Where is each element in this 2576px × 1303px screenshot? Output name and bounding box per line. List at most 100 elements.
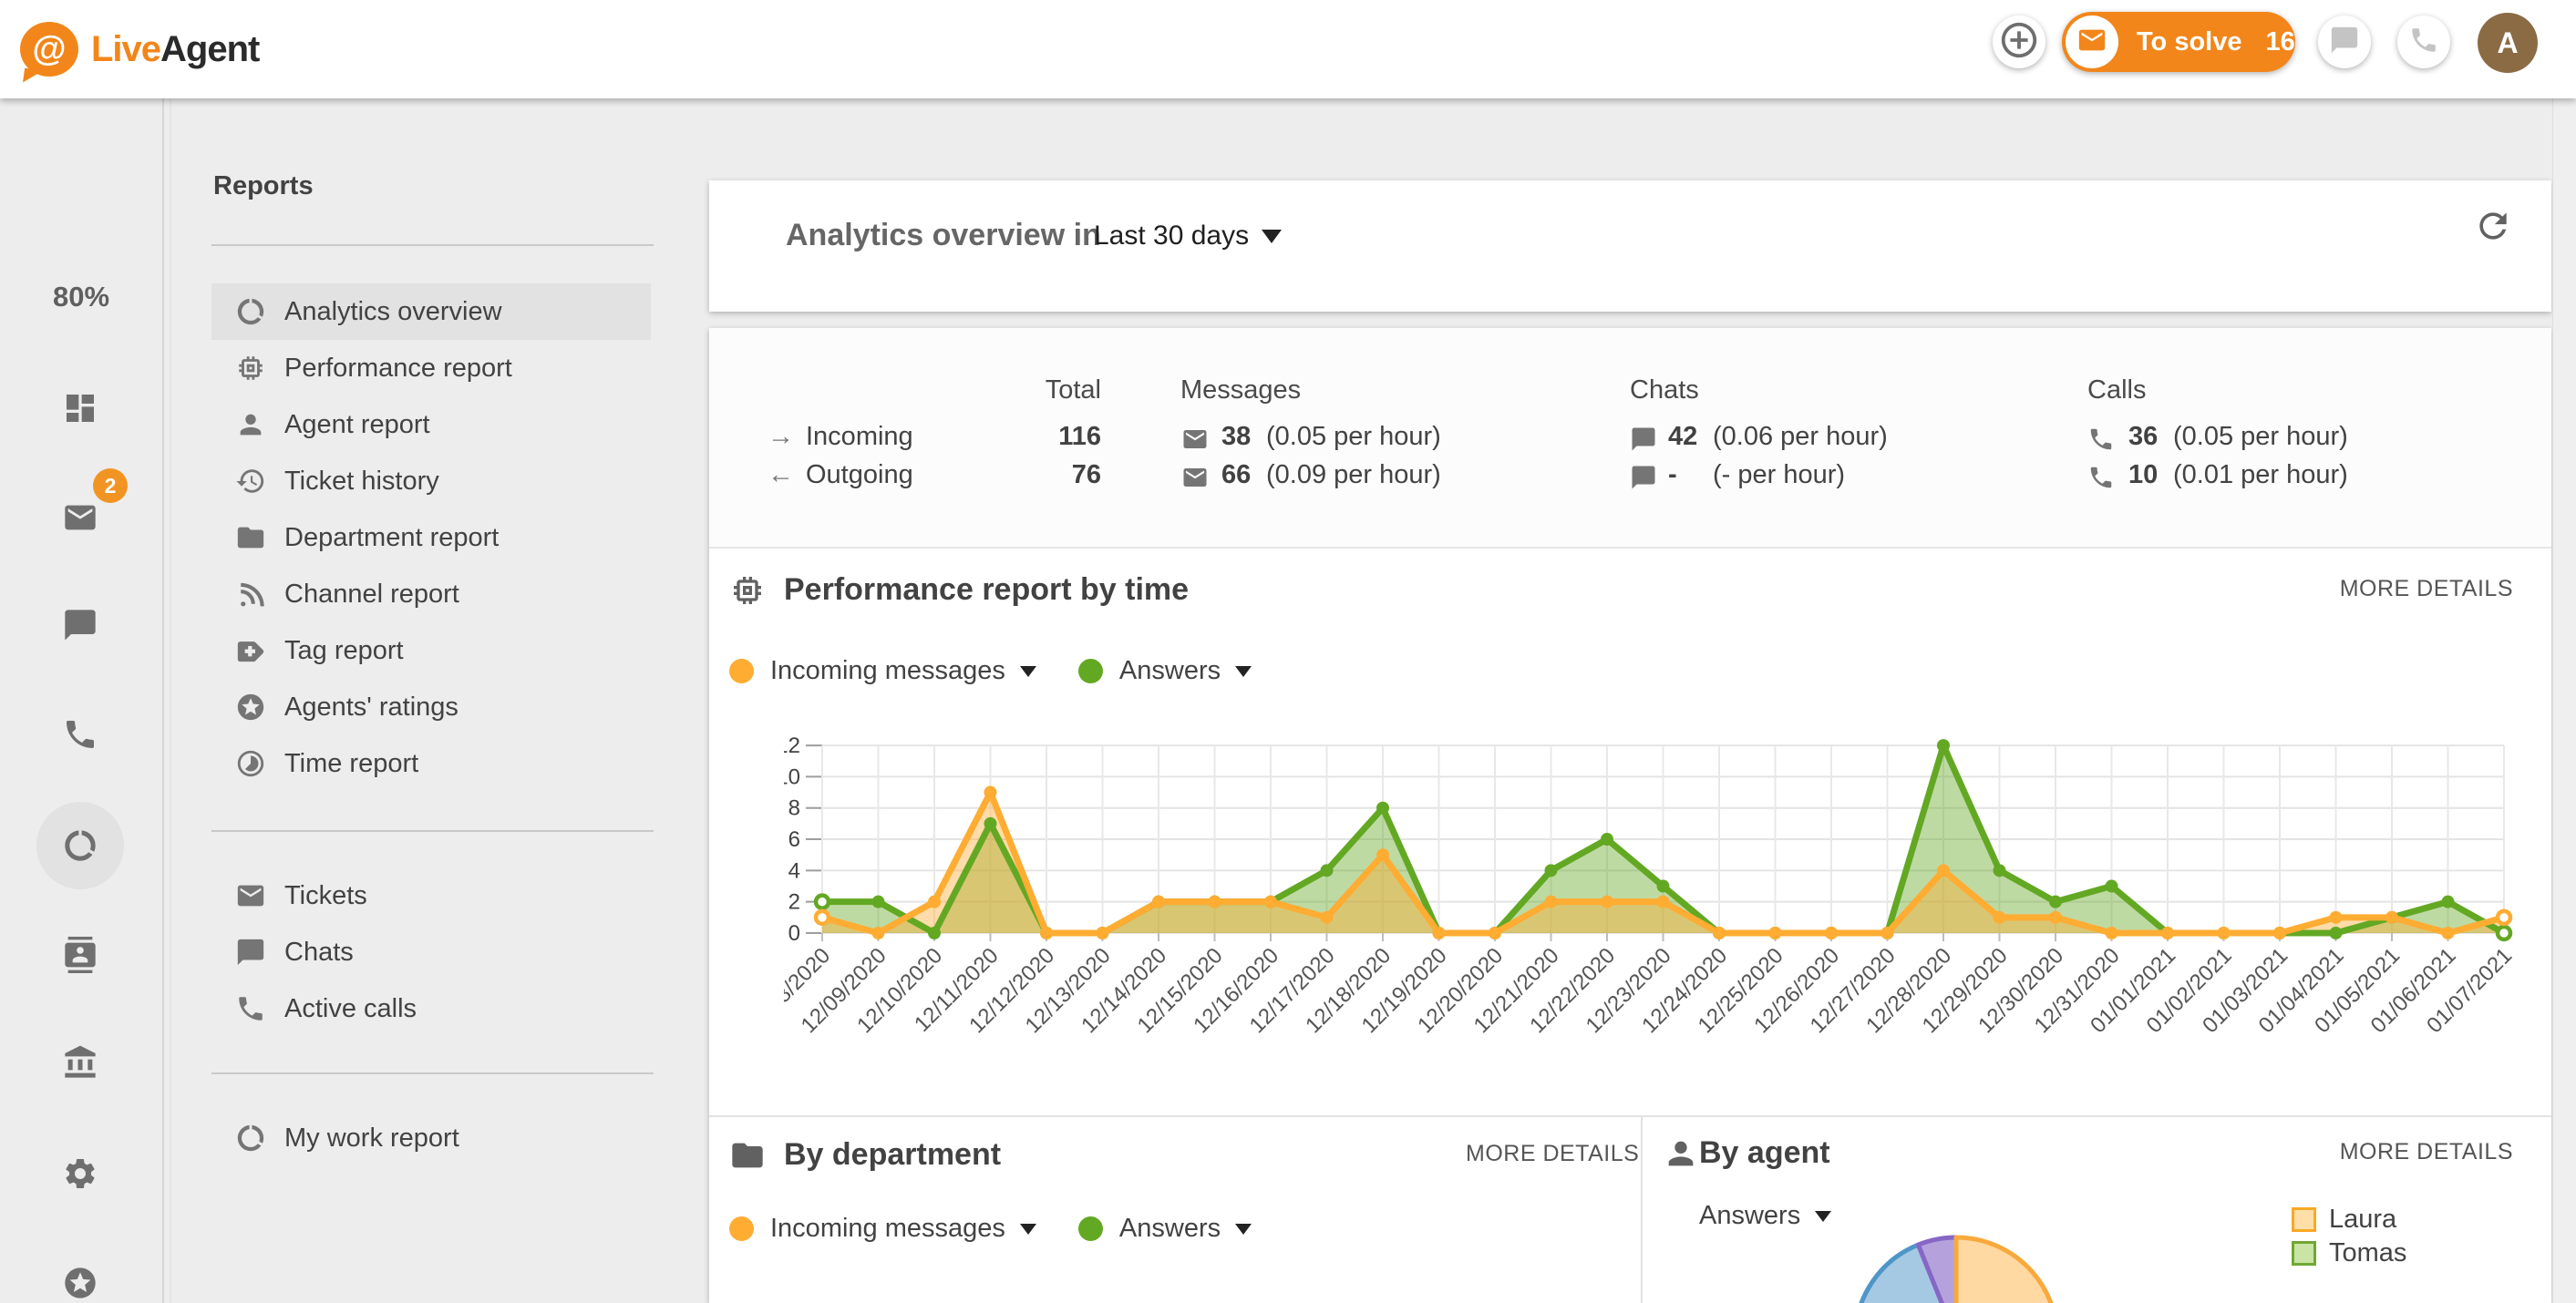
- stats-header-calls: Calls: [2087, 375, 2146, 405]
- contacts-icon[interactable]: [62, 937, 98, 973]
- nav-item-channel-report[interactable]: Channel report: [171, 566, 682, 622]
- nav-item-label: Department report: [284, 523, 499, 553]
- analytics-overview-card: Analytics overview in Last 30 days: [709, 180, 2551, 312]
- settings-icon[interactable]: [62, 1155, 98, 1192]
- avatar[interactable]: A: [2478, 13, 2538, 73]
- to-solve-button[interactable]: To solve 16: [2062, 12, 2295, 72]
- nav-item-my-work-report[interactable]: My work report: [171, 1110, 682, 1166]
- legend-label: Incoming messages: [770, 656, 1005, 686]
- tickets-icon[interactable]: [62, 499, 98, 536]
- performance-legend: Incoming messages Answers: [729, 656, 1293, 686]
- chat-icon: [235, 937, 266, 968]
- legend-series-dropdown-incoming-messages[interactable]: Incoming messages: [729, 1214, 1036, 1244]
- message-mini-icon: [1181, 426, 1209, 460]
- reports-panel-title: Reports: [213, 171, 314, 201]
- dashboard-icon[interactable]: [62, 390, 98, 426]
- legend-dot-icon: [729, 659, 754, 683]
- svg-text:12: 12: [784, 734, 800, 758]
- legend-series-dropdown-incoming-messages[interactable]: Incoming messages: [729, 656, 1036, 686]
- legend-label: Answers: [1119, 1214, 1221, 1244]
- icon-rail: 80% 2: [0, 98, 164, 1303]
- nav-item-analytics-overview[interactable]: Analytics overview: [211, 283, 651, 340]
- department-more-details-link[interactable]: MORE DETAILS: [1466, 1141, 1639, 1167]
- nav-item-ticket-history[interactable]: Ticket history: [171, 453, 682, 509]
- nav-item-time-report[interactable]: Time report: [171, 735, 682, 792]
- svg-text:2: 2: [788, 890, 800, 915]
- legend-series-dropdown-answers[interactable]: Answers: [1078, 1214, 1252, 1244]
- chat-mini-icon: [1630, 426, 1657, 460]
- call-icon: [235, 993, 266, 1024]
- timelapse-icon: [235, 748, 266, 779]
- agent-more-details-link[interactable]: MORE DETAILS: [2340, 1139, 2513, 1165]
- agent-answers-dropdown[interactable]: Answers: [1699, 1201, 1831, 1231]
- stats-header-total: Total: [983, 375, 1101, 405]
- stats-header-messages: Messages: [1180, 375, 1301, 405]
- mail-badge: 2: [93, 468, 128, 503]
- slice-orange: [1956, 1237, 2057, 1303]
- stats-row-outgoing: ←Outgoing7666(0.09 per hour)-(- per hour…: [709, 460, 2551, 497]
- calls-header-button[interactable]: [2397, 15, 2450, 68]
- analytics-content-card: Total Messages Chats Calls →Incoming1163…: [709, 328, 2551, 1303]
- column-divider: [1641, 1117, 1643, 1303]
- svg-text:10: 10: [784, 764, 800, 789]
- direction-label: Incoming: [806, 422, 913, 452]
- company-icon[interactable]: [62, 1044, 98, 1081]
- chat-mini-icon: [1630, 464, 1657, 498]
- calls-value: 10: [2128, 460, 2158, 490]
- performance-time-chart: 02468101212/08/202012/09/202012/10/20201…: [784, 729, 2525, 1057]
- stars-icon: [235, 692, 266, 723]
- refresh-button[interactable]: [2473, 206, 2513, 246]
- chats-icon[interactable]: [62, 607, 98, 643]
- calls-rate: (0.01 per hour): [2173, 460, 2348, 490]
- nav-item-active-calls[interactable]: Active calls: [171, 980, 682, 1037]
- stats-row-incoming: →Incoming11638(0.05 per hour)42(0.06 per…: [709, 422, 2551, 458]
- history-icon: [235, 466, 266, 497]
- nav-item-agents-ratings[interactable]: Agents' ratings: [171, 679, 682, 735]
- call-mini-icon: [2087, 464, 2115, 498]
- scrollbar-track[interactable]: [2552, 98, 2576, 1303]
- panel-divider: [211, 830, 654, 832]
- total-value: 76: [983, 460, 1101, 490]
- nav-item-performance-report[interactable]: Performance report: [171, 340, 682, 396]
- chats-value: -: [1668, 460, 1677, 490]
- nav-item-agent-report[interactable]: Agent report: [171, 396, 682, 453]
- chevron-down-icon: [1235, 1224, 1252, 1235]
- nav-item-tickets[interactable]: Tickets: [171, 867, 682, 924]
- envelope-icon: [2076, 25, 2107, 60]
- legend-dot-icon: [1078, 659, 1103, 683]
- chats-header-button[interactable]: [2318, 15, 2371, 68]
- sla-percent: 80%: [0, 281, 162, 313]
- nav-item-chats[interactable]: Chats: [171, 924, 682, 980]
- chevron-down-icon: [1235, 666, 1252, 677]
- calls-icon[interactable]: [62, 716, 98, 753]
- donut-icon: [235, 1123, 266, 1154]
- legend-series-dropdown-answers[interactable]: Answers: [1078, 656, 1252, 686]
- nav-item-label: Time report: [284, 749, 418, 779]
- nav-item-label: Channel report: [284, 580, 459, 610]
- rss-icon: [235, 579, 266, 610]
- panel-divider: [211, 244, 654, 246]
- nav-item-label: Agent report: [284, 410, 430, 440]
- direction-label: Outgoing: [806, 460, 913, 490]
- reports-icon[interactable]: [62, 827, 98, 864]
- svg-text:6: 6: [788, 827, 800, 852]
- person-icon: [235, 409, 266, 440]
- date-range-dropdown[interactable]: Last 30 days: [1094, 221, 1282, 251]
- performance-report-icon: [729, 572, 766, 609]
- agent-legend-item-laura[interactable]: Laura: [2292, 1205, 2396, 1235]
- agent-legend-item-tomas[interactable]: Tomas: [2292, 1238, 2406, 1268]
- legend-square-icon: [2292, 1207, 2316, 1232]
- nav-item-tag-report[interactable]: Tag report: [171, 622, 682, 679]
- message-mini-icon: [1181, 464, 1209, 498]
- add-button[interactable]: [1993, 15, 2045, 68]
- performance-more-details-link[interactable]: MORE DETAILS: [2340, 576, 2513, 602]
- upgrade-icon[interactable]: [62, 1265, 98, 1301]
- by-agent-pie-chart: [1850, 1233, 2062, 1303]
- nav-item-department-report[interactable]: Department report: [171, 509, 682, 566]
- donut-icon: [235, 296, 266, 327]
- nav-item-label: Agents' ratings: [284, 693, 459, 723]
- by-agent-title: By agent: [1699, 1135, 1830, 1171]
- chats-rate: (- per hour): [1713, 460, 1845, 490]
- legend-label: Answers: [1119, 656, 1221, 686]
- chevron-down-icon: [1020, 1224, 1036, 1235]
